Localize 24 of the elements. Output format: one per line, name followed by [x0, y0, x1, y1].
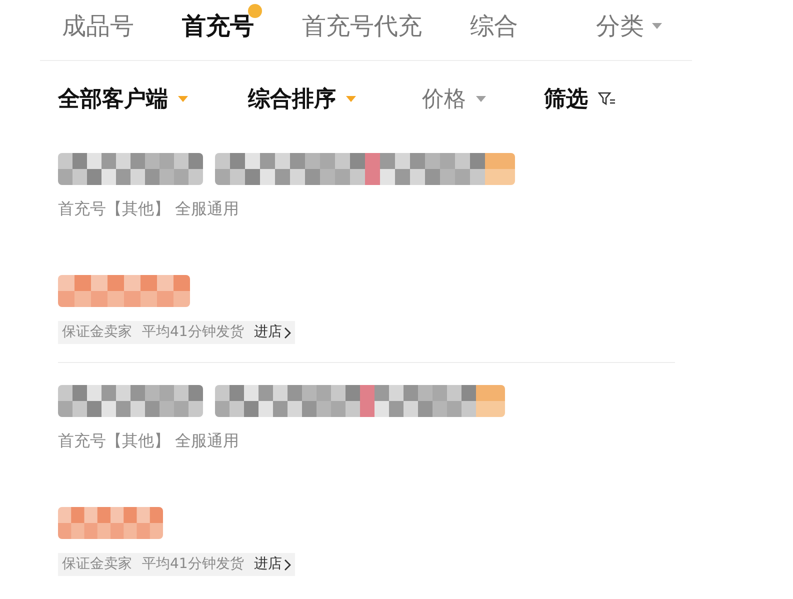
filter-icon: [598, 92, 616, 106]
filter-option[interactable]: 全部客户端: [58, 82, 188, 116]
seller-tag: 保证金卖家: [62, 554, 132, 575]
category-tab[interactable]: 分类: [596, 4, 670, 44]
filter-option[interactable]: 综合排序: [248, 82, 356, 116]
store-link[interactable]: 进店: [254, 554, 291, 575]
shipping-time: 平均41分钟发货: [142, 323, 244, 342]
store-link[interactable]: 进店: [254, 322, 291, 343]
seller-tag: 保证金卖家: [62, 322, 132, 343]
category-tab[interactable]: 成品号: [62, 4, 142, 44]
caret-icon: [652, 23, 662, 29]
caret-icon: [178, 96, 188, 102]
filter-option[interactable]: 筛选: [544, 82, 616, 116]
chevron-right-icon: [284, 326, 291, 338]
caret-icon: [476, 96, 486, 102]
chevron-right-icon: [284, 558, 291, 570]
listing-subtitle: 首充号【其他】 全服通用: [58, 430, 240, 452]
caret-icon: [346, 96, 356, 102]
listing-subtitle: 首充号【其他】 全服通用: [58, 198, 240, 220]
category-tab[interactable]: 首充号: [182, 4, 262, 44]
category-tab[interactable]: 综合: [470, 4, 526, 44]
filter-option[interactable]: 价格: [422, 82, 486, 116]
category-tab[interactable]: 首充号代充: [302, 4, 430, 44]
shipping-time: 平均41分钟发货: [142, 555, 244, 574]
